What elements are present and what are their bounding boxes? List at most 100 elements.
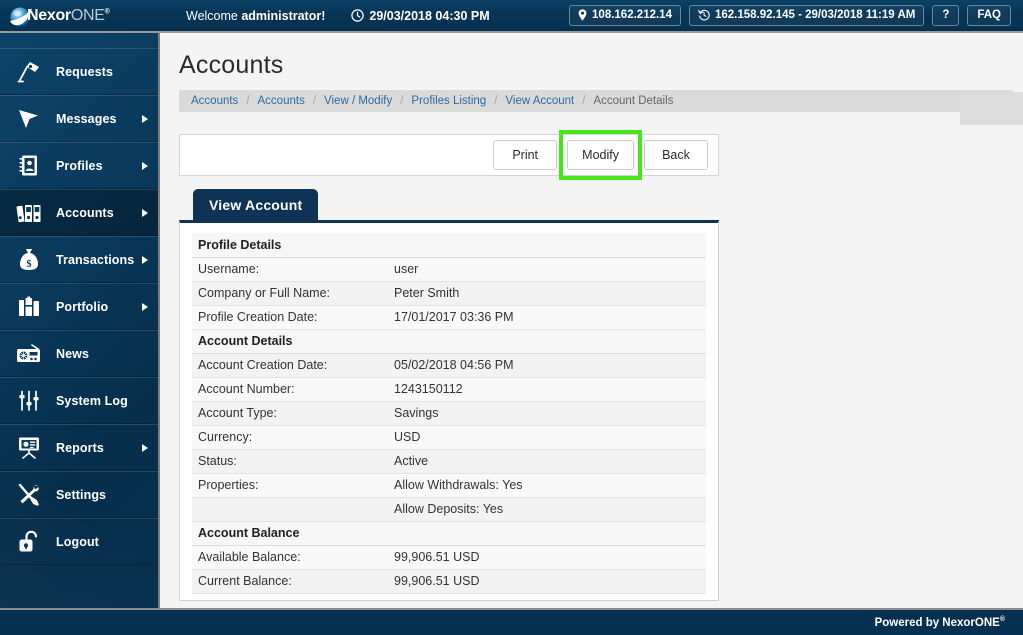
- sidebar-item-accounts[interactable]: Accounts: [0, 189, 158, 236]
- binders-icon: [14, 202, 44, 224]
- row-value: Active: [388, 449, 706, 474]
- sliders-icon: [14, 390, 44, 412]
- row-value: user: [388, 257, 706, 282]
- back-button[interactable]: Back: [644, 140, 708, 170]
- sidebar-item-portfolio[interactable]: Portfolio: [0, 283, 158, 330]
- footer-registered-mark: ®: [999, 616, 1005, 624]
- row-value: Savings: [388, 401, 706, 426]
- breadcrumb-separator: /: [312, 95, 317, 107]
- breadcrumb-item-view-account[interactable]: View Account: [505, 95, 574, 107]
- section-heading-account-details: Account Details: [192, 329, 706, 354]
- sidebar-item-reports[interactable]: Reports: [0, 424, 158, 471]
- welcome-username: administrator!: [241, 8, 326, 23]
- sidebar-item-transactions[interactable]: $ Transactions: [0, 236, 158, 283]
- breadcrumb-item-accounts-1[interactable]: Accounts: [191, 95, 238, 107]
- breadcrumb: Accounts / Accounts / View / Modify / Pr…: [179, 90, 1013, 112]
- sidebar-item-label: System Log: [56, 393, 128, 408]
- breadcrumb-separator: /: [400, 95, 404, 107]
- sidebar-item-system-log[interactable]: System Log: [0, 377, 158, 424]
- cursor-arrow-icon: [14, 108, 44, 130]
- account-details-table: Profile Details Username: user Company o…: [192, 233, 706, 594]
- footer-powered-by-text: Powered by NexorONE: [874, 616, 1000, 629]
- table-row: Account Creation Date: 05/02/2018 04:56 …: [192, 353, 706, 378]
- row-label: Currency:: [192, 425, 388, 450]
- last-login-badge: 162.158.92.145 - 29/03/2018 11:19 AM: [688, 5, 925, 26]
- application-window: NexorONE® Welcome administrator! 29/03/2…: [0, 0, 1023, 635]
- breadcrumb-separator: /: [494, 95, 498, 107]
- welcome-message: Welcome administrator!: [186, 9, 325, 23]
- desk-lamp-icon: [14, 61, 44, 83]
- money-bag-icon: $: [14, 248, 44, 271]
- breadcrumb-item-account-details: Account Details: [593, 95, 674, 107]
- section-heading-account-balance: Account Balance: [192, 521, 706, 546]
- breadcrumb-separator: /: [246, 95, 250, 107]
- padlock-open-icon: [14, 530, 44, 553]
- table-section-header: Account Details: [192, 329, 706, 354]
- sidebar-item-label: Accounts: [56, 205, 114, 220]
- table-row: Account Type: Savings: [192, 401, 706, 426]
- chevron-right-icon: [142, 114, 148, 123]
- address-book-icon: [14, 154, 44, 177]
- datetime-text: 29/03/2018 04:30 PM: [369, 8, 490, 23]
- sidebar-item-label: Portfolio: [56, 299, 109, 314]
- sidebar-item-profiles[interactable]: Profiles: [0, 142, 158, 189]
- row-value: 17/01/2017 03:36 PM: [388, 305, 706, 330]
- help-label: ?: [942, 9, 950, 22]
- tab-bar: View Account: [193, 189, 1023, 220]
- background-artifact: [960, 92, 1023, 125]
- sidebar-item-label: Messages: [56, 111, 117, 126]
- sidebar-item-requests[interactable]: Requests: [0, 48, 158, 95]
- row-label: Available Balance:: [192, 545, 388, 570]
- chevron-right-icon: [142, 302, 148, 311]
- sidebar-item-messages[interactable]: Messages: [0, 95, 158, 142]
- table-row: Profile Creation Date: 17/01/2017 03:36 …: [192, 305, 706, 330]
- brand-logo[interactable]: NexorONE®: [0, 0, 170, 32]
- table-row: Company or Full Name: Peter Smith: [192, 281, 706, 306]
- modify-button[interactable]: Modify: [567, 140, 634, 170]
- table-row: Account Number: 1243150112: [192, 377, 706, 402]
- table-row: Properties: Allow Withdrawals: Yes: [192, 473, 706, 498]
- sidebar-item-label: Transactions: [56, 252, 135, 267]
- sidebar-item-label: Reports: [56, 440, 104, 455]
- footer-bar: Powered by NexorONE®: [0, 608, 1023, 635]
- breadcrumb-item-profiles-listing[interactable]: Profiles Listing: [411, 95, 486, 107]
- row-label: Account Type:: [192, 401, 388, 426]
- breadcrumb-item-view-modify[interactable]: View / Modify: [324, 95, 392, 107]
- print-button[interactable]: Print: [493, 140, 558, 170]
- help-button[interactable]: ?: [932, 5, 960, 26]
- welcome-prefix: Welcome: [186, 8, 242, 23]
- breadcrumb-separator: /: [582, 95, 586, 107]
- chevron-right-icon: [142, 443, 148, 452]
- row-label: Company or Full Name:: [192, 281, 388, 306]
- row-label: Account Creation Date:: [192, 353, 388, 378]
- footer-powered-by: Powered by NexorONE®: [875, 616, 1005, 629]
- current-ip-badge: 108.162.212.14: [569, 5, 681, 26]
- history-clock-icon: [698, 9, 710, 21]
- registered-mark: ®: [104, 8, 110, 16]
- modify-button-highlight: Modify: [559, 130, 642, 180]
- row-value: 99,906.51 USD: [388, 545, 706, 570]
- sidebar-item-news[interactable]: News: [0, 330, 158, 377]
- table-row: Username: user: [192, 257, 706, 282]
- table-row: Current Balance: 99,906.51 USD: [192, 569, 706, 594]
- faq-label: FAQ: [977, 9, 1001, 22]
- faq-button[interactable]: FAQ: [967, 5, 1011, 26]
- action-toolbar: Print Modify Back: [179, 130, 719, 180]
- main-content-area: Accounts Accounts / Accounts / View / Mo…: [162, 35, 1023, 608]
- row-value: 1243150112: [388, 377, 706, 402]
- sidebar-item-logout[interactable]: Logout: [0, 518, 158, 565]
- svg-text:$: $: [27, 259, 32, 270]
- breadcrumb-item-accounts-2[interactable]: Accounts: [258, 95, 305, 107]
- current-datetime: 29/03/2018 04:30 PM: [351, 8, 490, 23]
- row-value: USD: [388, 425, 706, 450]
- row-label: Username:: [192, 257, 388, 282]
- sidebar-item-settings[interactable]: Settings: [0, 471, 158, 518]
- row-label: Profile Creation Date:: [192, 305, 388, 330]
- row-label: Current Balance:: [192, 569, 388, 594]
- section-heading-profile-details: Profile Details: [192, 233, 706, 258]
- table-row: Currency: USD: [192, 425, 706, 450]
- location-pin-icon: [578, 9, 587, 22]
- tab-view-account[interactable]: View Account: [193, 189, 319, 220]
- table-section-header: Profile Details: [192, 233, 706, 258]
- brand-name-primary: Nexor: [27, 6, 71, 24]
